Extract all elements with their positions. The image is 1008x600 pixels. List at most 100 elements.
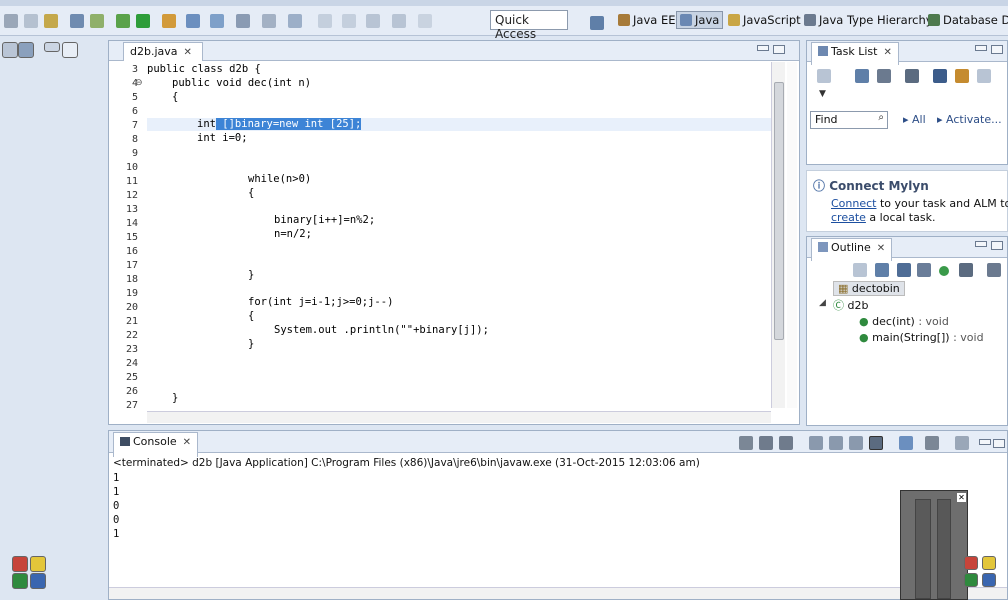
code-line-12[interactable]: { (248, 187, 254, 200)
minimize-icon[interactable] (975, 241, 987, 247)
java-editor[interactable]: d2b.java ✕ 3 4 5 6 7 8 9 10 11 12 13 14 1… (108, 40, 800, 425)
sync-icon[interactable] (955, 69, 969, 83)
code-line-18[interactable]: } (248, 269, 254, 282)
editor-vertical-scrollbar[interactable] (771, 62, 785, 408)
tab-outline[interactable]: Outline ✕ (811, 238, 893, 261)
code-line-3[interactable]: public class d2b { (147, 63, 261, 76)
word-wrap-icon[interactable] (849, 436, 863, 450)
expand-icon[interactable]: ◢ (819, 298, 826, 308)
floating-window[interactable]: ✕ (900, 490, 968, 600)
scrollbar-thumb[interactable] (774, 82, 784, 340)
quick-access-input[interactable]: Quick Access (490, 10, 568, 41)
code-line-7[interactable]: int []binary=new int [25]; (197, 118, 362, 131)
hide-static-icon[interactable] (917, 263, 931, 277)
code-line-27[interactable]: } (172, 392, 178, 405)
annotation-icon[interactable] (262, 14, 276, 28)
all-link[interactable]: ▸ All (903, 113, 926, 126)
collapse-all-icon[interactable] (853, 263, 867, 277)
categorized-icon[interactable] (855, 69, 869, 83)
pin-icon[interactable] (418, 14, 432, 28)
new-console-icon[interactable] (955, 436, 969, 450)
task-trim-icon[interactable] (12, 556, 28, 572)
remove-launch-icon[interactable] (759, 436, 773, 450)
maximize-icon[interactable] (993, 439, 1005, 448)
activate-link[interactable]: ▸ Activate... (937, 113, 1002, 126)
open-console-icon[interactable] (925, 436, 939, 450)
fold-collapse-icon[interactable]: ⊖ (135, 78, 143, 88)
perspective-database-debug[interactable]: Database Deb (928, 13, 1008, 27)
pin-console-icon[interactable] (869, 436, 883, 450)
terminate-icon[interactable] (739, 436, 753, 450)
code-line-23[interactable]: } (248, 338, 254, 351)
minimize-icon[interactable] (979, 439, 991, 445)
outline-method-dec[interactable]: ● dec(int) : void (859, 315, 949, 328)
open-type-icon[interactable] (210, 14, 224, 28)
code-line-20[interactable]: for(int j=i-1;j>=0;j--) (248, 296, 393, 309)
editor-tab-d2b[interactable]: d2b.java ✕ (123, 42, 203, 61)
task-find-input[interactable]: Find ⌕ (810, 111, 888, 129)
connect-link[interactable]: Connect (831, 197, 876, 210)
outline-class[interactable]: Ⓒ d2b (833, 297, 868, 313)
perspective-javascript[interactable]: JavaScript (728, 13, 801, 27)
code-line-14[interactable]: binary[i++]=n%2; (274, 214, 375, 227)
debug-icon[interactable] (70, 14, 84, 28)
outline-package[interactable]: ▦ dectobin (833, 281, 905, 296)
restore-icon[interactable] (2, 42, 18, 58)
new-java-class-icon[interactable] (186, 14, 200, 28)
problems-trim-icon[interactable] (982, 573, 996, 587)
code-line-11[interactable]: while(n>0) (248, 173, 311, 186)
close-icon[interactable]: ✕ (883, 47, 891, 58)
toolbar-tool-icon[interactable] (90, 14, 104, 28)
note-trim-icon[interactable] (982, 556, 996, 570)
next-annotation-icon[interactable] (318, 14, 332, 28)
prev-annotation-icon[interactable] (342, 14, 356, 28)
tab-console[interactable]: Console ✕ (113, 432, 199, 457)
code-line-21[interactable]: { (248, 310, 254, 323)
code-line-8[interactable]: int i=0; (197, 132, 248, 145)
save-icon[interactable] (24, 14, 38, 28)
perspective-java-type-hierarchy[interactable]: Java Type Hierarchy (804, 13, 933, 27)
collapse-all-icon[interactable] (977, 69, 991, 83)
tab-task-list[interactable]: Task List ✕ (811, 42, 899, 65)
filter-completed-icon[interactable] (933, 69, 947, 83)
outline-method-main[interactable]: ● main(String[]) : void (859, 331, 984, 344)
create-link[interactable]: create (831, 211, 866, 224)
display-console-icon[interactable] (899, 436, 913, 450)
minimize-icon[interactable] (757, 45, 769, 51)
hide-nonpublic-icon[interactable] (939, 266, 949, 276)
close-icon[interactable]: ✕ (183, 437, 191, 448)
perspective-java-ee[interactable]: Java EE (618, 13, 675, 27)
sort-icon[interactable] (875, 263, 889, 277)
focus-icon[interactable] (987, 263, 1001, 277)
maximize-icon[interactable] (773, 45, 785, 54)
close-icon[interactable]: ✕ (877, 243, 885, 254)
scroll-lock-icon[interactable] (829, 436, 843, 450)
code-line-5[interactable]: { (172, 91, 178, 104)
view-menu-icon[interactable]: ▼ (819, 89, 826, 99)
editor-horizontal-scrollbar[interactable] (147, 411, 771, 423)
hide-local-types-icon[interactable] (959, 263, 973, 277)
search-icon[interactable] (236, 14, 250, 28)
package-explorer-icon[interactable] (18, 42, 34, 58)
overview-ruler[interactable] (787, 62, 797, 408)
back-icon[interactable] (366, 14, 380, 28)
focus-icon[interactable] (905, 69, 919, 83)
problems-trim-icon[interactable] (30, 573, 46, 589)
close-icon[interactable]: ✕ (184, 47, 192, 58)
print-icon[interactable] (44, 14, 58, 28)
hide-fields-icon[interactable] (897, 263, 911, 277)
maximize-icon[interactable] (62, 42, 78, 58)
close-icon[interactable]: ✕ (957, 493, 966, 502)
open-perspective-icon[interactable] (590, 16, 604, 30)
code-line-4[interactable]: public void dec(int n) (172, 77, 311, 90)
minimize-icon[interactable] (975, 45, 987, 51)
remove-all-icon[interactable] (779, 436, 793, 450)
forward-icon[interactable] (392, 14, 406, 28)
external-tools-icon[interactable] (162, 14, 176, 28)
note-trim-icon[interactable] (30, 556, 46, 572)
run-icon[interactable] (116, 14, 130, 28)
code-line-15[interactable]: n=n/2; (274, 228, 312, 241)
progress-trim-icon[interactable] (12, 573, 28, 589)
perspective-java[interactable]: Java (676, 11, 724, 29)
new-icon[interactable] (4, 14, 18, 28)
